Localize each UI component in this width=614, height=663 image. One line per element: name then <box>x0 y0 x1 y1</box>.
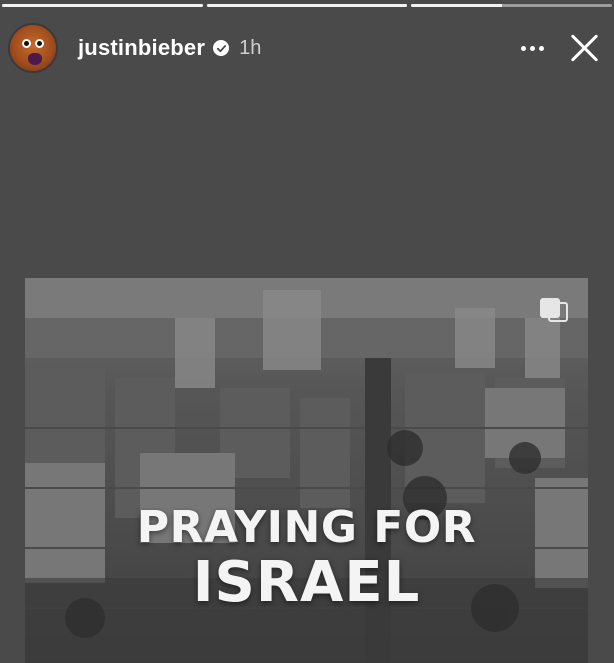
close-icon[interactable] <box>566 30 602 66</box>
progress-segment <box>411 4 613 7</box>
caption-line-2: ISRAEL <box>192 550 421 615</box>
story-progress-bar <box>0 4 614 8</box>
shared-post-image[interactable]: PRAYING FOR ISRAEL <box>25 278 588 663</box>
caption-line-1: PRAYING FOR <box>136 502 477 553</box>
progress-segment <box>2 4 203 7</box>
story-header: justinbieber 1h <box>8 20 606 76</box>
multiple-images-icon <box>540 298 568 326</box>
post-time: 1h <box>239 36 262 59</box>
avatar[interactable] <box>8 23 58 73</box>
more-horizontal-icon[interactable] <box>512 33 552 63</box>
post-caption: PRAYING FOR ISRAEL <box>25 504 588 614</box>
verified-badge-icon <box>213 40 230 56</box>
username[interactable]: justinbieber <box>78 35 205 61</box>
progress-segment <box>206 4 408 7</box>
